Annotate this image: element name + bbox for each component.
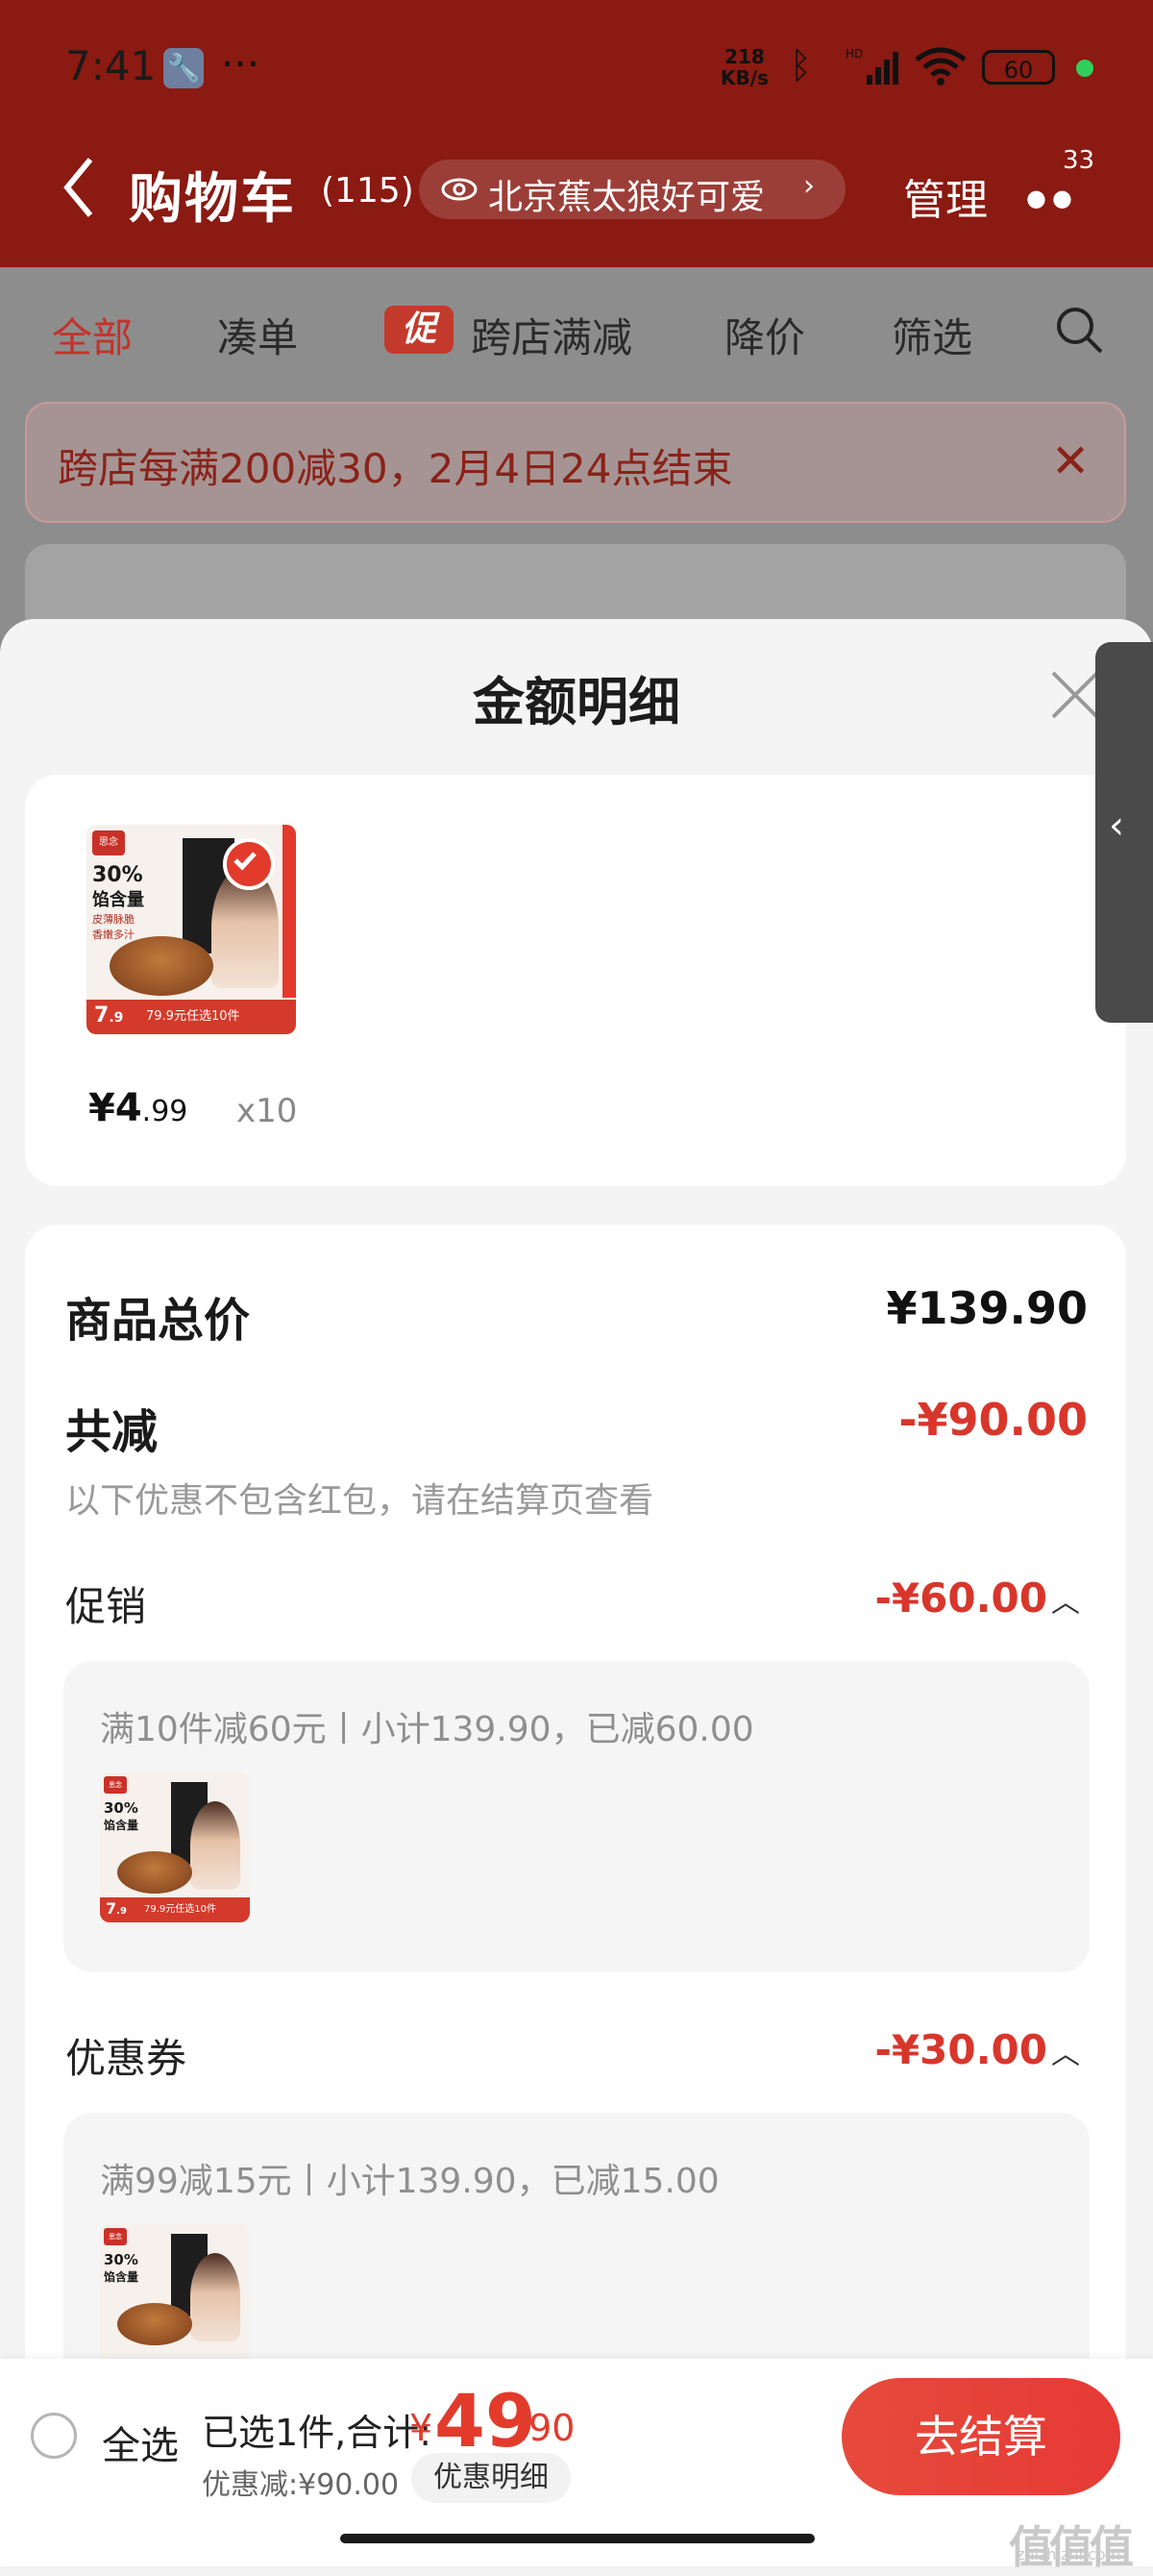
brand-logo: 思念 <box>104 2228 127 2245</box>
status-time: 7:41 <box>65 42 157 89</box>
status-more-dots: ··· <box>221 40 260 87</box>
selected-check-icon <box>223 838 275 890</box>
wrench-icon: 🔧 <box>163 48 204 88</box>
chevron-up-icon[interactable]: ︿ <box>1051 2030 1080 2072</box>
food-image <box>117 2303 192 2345</box>
cart-item-count: (115) <box>321 171 414 211</box>
coupon-value[interactable]: -¥30.00 <box>874 2026 1047 2073</box>
thumb-price-tag: 7.9 <box>106 1899 127 1918</box>
unit-price: ¥4.99 <box>88 1086 188 1130</box>
svg-text:HD: HD <box>846 47 863 61</box>
promotion-product-thumbnail: 思念 30% 馅含量 79.9元任选10件 7.9 <box>100 1772 250 1922</box>
page-title: 购物车 <box>129 168 296 231</box>
brand-logo: 思念 <box>104 1776 127 1794</box>
home-indicator[interactable] <box>340 2534 815 2543</box>
address-text: 北京蕉太狼好可爱 <box>488 178 766 217</box>
thumb-filling-label: 馅含量 <box>104 1819 139 1832</box>
coupon-detail-text: 满99减15元丨小计139.90，已减15.00 <box>100 2162 720 2201</box>
item-quantity: x10 <box>236 1092 298 1130</box>
network-speed: 218 KB/s <box>721 45 769 89</box>
food-image <box>110 936 213 996</box>
food-image <box>117 1851 192 1894</box>
select-all-label[interactable]: 全选 <box>102 2415 179 2470</box>
watermark-url: zhizhizhi.com <box>1017 2545 1121 2564</box>
discount-detail-button[interactable]: 优惠明细 <box>411 2453 571 2503</box>
bluetooth-icon: ᛒ <box>790 44 812 87</box>
watermark: 值值值 <box>1009 2521 1134 2573</box>
eye-icon <box>441 178 478 201</box>
selected-total-label: 已选1件,合计: <box>202 2412 432 2454</box>
sheet-title: 金额明细 <box>473 672 680 732</box>
total-reduction-label: 共减 <box>65 1405 159 1459</box>
thumb-filling-label: 馅含量 <box>92 890 144 910</box>
chevron-left-icon: ‹ <box>1109 804 1124 848</box>
charging-dot <box>1076 60 1093 77</box>
back-arrow-icon[interactable] <box>60 154 98 221</box>
more-menu-icon[interactable]: ●● <box>1026 185 1078 211</box>
thumb-percent: 30% <box>104 2251 138 2268</box>
battery-indicator: 60 <box>982 50 1055 85</box>
tab-filter[interactable]: 筛选 <box>892 306 972 364</box>
search-icon[interactable] <box>1053 304 1105 356</box>
coupon-label: 优惠券 <box>65 2035 187 2082</box>
promotion-label: 促销 <box>65 1583 147 1630</box>
goods-total-label: 商品总价 <box>65 1294 251 1348</box>
thumb-feature-1: 皮薄脉脆 <box>92 913 135 926</box>
tab-all[interactable]: 全部 <box>52 306 133 364</box>
product-thumbnail[interactable]: 思念 30% 馅含量 皮薄脉脆 香嫩多汁 79.9元任选10件 7.9 <box>86 825 296 1034</box>
tab-price-drop[interactable]: 降价 <box>724 306 805 364</box>
chevron-right-icon: › <box>803 169 815 203</box>
thumb-price-tag: 7.9 <box>94 1003 124 1028</box>
total-reduction-value: -¥90.00 <box>898 1394 1088 1446</box>
coupon-product-thumbnail: 思念 30% 馅含量 <box>100 2224 250 2374</box>
select-all-checkbox[interactable] <box>31 2413 77 2459</box>
model-image <box>190 2253 240 2341</box>
total-currency: ¥ <box>409 2407 433 2449</box>
thumb-percent: 30% <box>92 863 143 887</box>
promotion-value[interactable]: -¥60.00 <box>874 1574 1047 1622</box>
thumb-side-bar <box>282 825 296 998</box>
promo-banner-text: 跨店每满200减30，2月4日24点结束 <box>58 445 733 492</box>
reduction-note: 以下优惠不包含红包，请在结算页查看 <box>65 1481 654 1521</box>
cellular-signal-icon: HD <box>846 47 898 85</box>
promotion-detail-text: 满10件减60元丨小计139.90，已减60.00 <box>100 1710 754 1749</box>
manage-button[interactable]: 管理 <box>903 165 988 227</box>
thumb-filling-label: 馅含量 <box>104 2270 139 2284</box>
brand-logo: 思念 <box>92 830 125 855</box>
thumb-percent: 30% <box>104 1799 138 1817</box>
wifi-icon <box>915 47 967 86</box>
close-icon[interactable]: ✕ <box>1051 434 1090 488</box>
tab-cross-store-discount[interactable]: 跨店满减 <box>471 306 632 364</box>
checkout-button[interactable]: 去结算 <box>842 2378 1120 2495</box>
total-amount-decimal: .90 <box>517 2407 576 2449</box>
side-panel-handle[interactable]: ‹ <box>1095 642 1153 1023</box>
thumb-feature-2: 香嫩多汁 <box>92 929 135 941</box>
promo-tag-badge: 促 <box>384 306 454 354</box>
model-image <box>190 1801 240 1890</box>
chevron-up-icon[interactable]: ︿ <box>1051 1578 1080 1621</box>
discount-summary: 优惠减:¥90.00 <box>202 2468 400 2502</box>
message-badge: 33 <box>1063 146 1095 175</box>
tab-coudan[interactable]: 凑单 <box>217 306 298 364</box>
goods-total-value: ¥139.90 <box>886 1282 1088 1334</box>
